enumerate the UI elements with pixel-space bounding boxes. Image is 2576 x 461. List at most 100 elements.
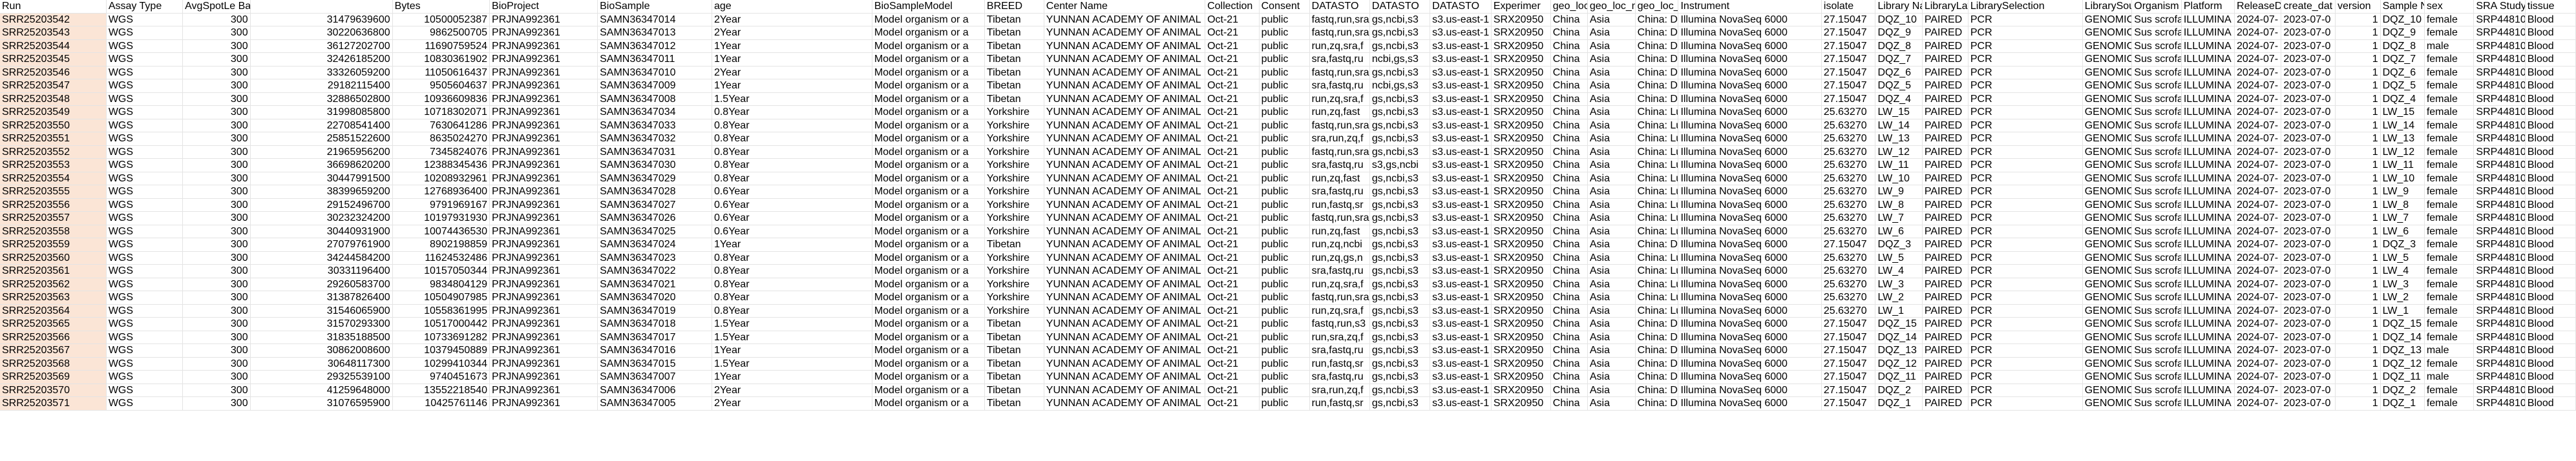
cell-sra-study[interactable]: SRP448108 [2473,185,2526,199]
cell-collection-date[interactable]: Oct-21 [1205,225,1260,238]
cell-datastore-filetype[interactable]: fastq,run,sra [1309,26,1370,40]
cell-datastore-region[interactable]: s3.us-east-1 [1430,26,1492,40]
cell-sample-name[interactable]: DQZ_9 [2380,26,2425,40]
cell-librarysource[interactable]: GENOMIC [2082,158,2133,172]
cell-biosamplemodel[interactable]: Model organism or a [872,172,985,185]
cell-experiment[interactable]: SRX20950 [1491,158,1551,172]
cell-sample-name[interactable]: LW_9 [2380,185,2425,199]
cell-bases[interactable]: 34244584200 [250,251,393,265]
cell-age[interactable]: 1Year [712,79,872,93]
cell-run[interactable]: SRR25203559 [0,238,107,252]
cell-releasedate[interactable]: 2024-07- [2234,105,2282,119]
cell-organism[interactable]: Sus scrofa [2131,384,2182,397]
cell-librarysource[interactable]: GENOMIC [2082,13,2133,26]
cell-biosample[interactable]: SAMN36347010 [597,66,712,79]
cell-sex[interactable]: male [2424,370,2475,384]
cell-age[interactable]: 0.8Year [712,158,872,172]
cell-tissue[interactable]: Blood [2525,145,2576,159]
cell-librarylayout[interactable]: PAIRED [1922,211,1969,225]
cell-platform[interactable]: ILLUMINA [2181,92,2235,106]
cell-avgspotlen[interactable]: 300 [182,105,251,119]
cell-instrument[interactable]: Illumina NovaSeq 6000 [1678,198,1822,212]
cell-instrument[interactable]: Illumina NovaSeq 6000 [1678,304,1822,318]
cell-consent[interactable]: public [1259,39,1310,53]
cell-biosample[interactable]: SAMN36347025 [597,225,712,238]
cell-biosamplemodel[interactable]: Model organism or a [872,343,985,358]
cell-sample-name[interactable]: DQZ_7 [2380,52,2425,67]
cell-datastore-region[interactable]: s3.us-east-1 [1430,119,1492,132]
cell-libraryselection[interactable]: PCR [1968,79,2083,93]
cell-datastore-filetype[interactable]: sra,run,zq,f [1309,132,1370,146]
cell-sex[interactable]: male [2424,343,2475,358]
cell-organism[interactable]: Sus scrofa [2131,357,2182,371]
cell-collection-date[interactable]: Oct-21 [1205,343,1260,358]
cell-librarysource[interactable]: GENOMIC [2082,185,2133,199]
column-header-instrument[interactable]: Instrument [1678,0,1822,14]
cell-geo-loc-name[interactable]: China: Lu [1635,145,1679,159]
cell-bioproject[interactable]: PRJNA992361 [489,264,598,278]
cell-center-name[interactable]: YUNNAN ACADEMY OF ANIMAL [1044,66,1206,79]
cell-run[interactable]: SRR25203570 [0,384,107,397]
cell-librarysource[interactable]: GENOMIC [2082,396,2133,411]
cell-version[interactable]: 1 [2335,384,2381,397]
cell-run[interactable]: SRR25203554 [0,172,107,185]
cell-organism[interactable]: Sus scrofa [2131,304,2182,318]
cell-isolate[interactable]: 27.15047 [1821,370,1876,384]
cell-organism[interactable]: Sus scrofa [2131,251,2182,265]
cell-version[interactable]: 1 [2335,92,2381,106]
cell-librarysource[interactable]: GENOMIC [2082,66,2133,79]
cell-geo-loc-name-country[interactable]: China [1550,304,1588,318]
cell-geo-loc-name-country-continent[interactable]: Asia [1587,119,1636,132]
cell-run[interactable]: SRR25203548 [0,92,107,106]
cell-create-date[interactable]: 2023-07-0 [2281,304,2336,318]
cell-datastore-region[interactable]: s3.us-east-1 [1430,357,1492,371]
cell-libraryselection[interactable]: PCR [1968,384,2083,397]
cell-create-date[interactable]: 2023-07-0 [2281,105,2336,119]
cell-organism[interactable]: Sus scrofa [2131,105,2182,119]
cell-collection-date[interactable]: Oct-21 [1205,158,1260,172]
column-header-experiment[interactable]: Experimer [1491,0,1551,14]
cell-datastore-provider[interactable]: gs,ncbi,s3 [1369,119,1431,132]
cell-geo-loc-name[interactable]: China: Lu [1635,291,1679,305]
cell-geo-loc-name-country-continent[interactable]: Asia [1587,291,1636,305]
cell-datastore-region[interactable]: s3.us-east-1 [1430,251,1492,265]
cell-geo-loc-name-country-continent[interactable]: Asia [1587,331,1636,344]
column-header-datastore-region[interactable]: DATASTO [1430,0,1492,14]
cell-datastore-region[interactable]: s3.us-east-1 [1430,158,1492,172]
cell-breed[interactable]: Yorkshire [984,105,1044,119]
cell-platform[interactable]: ILLUMINA [2181,39,2235,53]
cell-sample-name[interactable]: DQZ_3 [2380,238,2425,252]
cell-datastore-provider[interactable]: gs,ncbi,s3 [1369,105,1431,119]
cell-librarylayout[interactable]: PAIRED [1922,39,1969,53]
cell-biosamplemodel[interactable]: Model organism or a [872,105,985,119]
cell-releasedate[interactable]: 2024-07- [2234,185,2282,199]
column-header-assay-type[interactable]: Assay Type [106,0,184,14]
cell-consent[interactable]: public [1259,291,1310,305]
cell-librarylayout[interactable]: PAIRED [1922,225,1969,238]
cell-platform[interactable]: ILLUMINA [2181,343,2235,358]
cell-isolate[interactable]: 25.63270 [1821,211,1876,225]
cell-platform[interactable]: ILLUMINA [2181,26,2235,40]
cell-geo-loc-name-country[interactable]: China [1550,211,1588,225]
cell-sample-name[interactable]: DQZ_12 [2380,357,2425,371]
cell-libraryselection[interactable]: PCR [1968,278,2083,291]
cell-platform[interactable]: ILLUMINA [2181,370,2235,384]
cell-age[interactable]: 0.8Year [712,304,872,318]
column-header-biosample[interactable]: BioSample [597,0,712,14]
cell-bytes[interactable]: 9505604637 [392,79,491,93]
cell-librarylayout[interactable]: PAIRED [1922,384,1969,397]
cell-library-name[interactable]: LW_10 [1875,172,1923,185]
cell-librarysource[interactable]: GENOMIC [2082,52,2133,67]
cell-experiment[interactable]: SRX20950 [1491,26,1551,40]
cell-organism[interactable]: Sus scrofa [2131,317,2182,331]
cell-library-name[interactable]: LW_15 [1875,105,1923,119]
cell-instrument[interactable]: Illumina NovaSeq 6000 [1678,396,1822,411]
cell-assay-type[interactable]: WGS [106,39,184,53]
cell-bioproject[interactable]: PRJNA992361 [489,145,598,159]
cell-libraryselection[interactable]: PCR [1968,291,2083,305]
cell-sex[interactable]: female [2424,225,2475,238]
cell-library-name[interactable]: LW_11 [1875,158,1923,172]
cell-datastore-region[interactable]: s3.us-east-1 [1430,39,1492,53]
cell-tissue[interactable]: Blood [2525,343,2576,358]
cell-sex[interactable]: female [2424,304,2475,318]
